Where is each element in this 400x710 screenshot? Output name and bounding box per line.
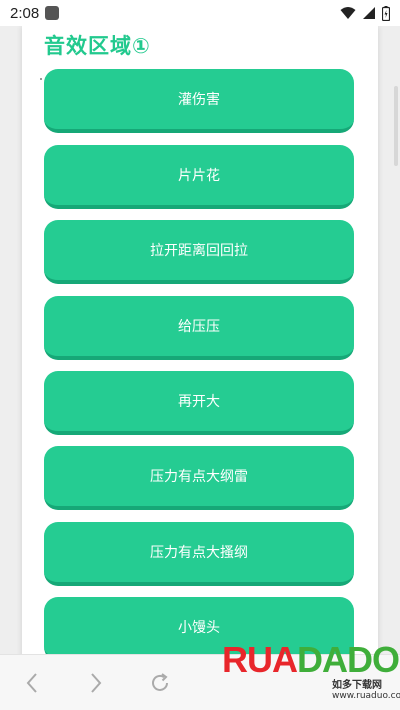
status-bar: 2:08 xyxy=(0,0,400,26)
sound-button-6[interactable]: 压力有点大纲雷 xyxy=(44,446,354,510)
sound-panel: 音效区域① 灌伤害 片片花 拉开距离回回拉 给压压 再开大 压力有点大纲雷 压力… xyxy=(22,26,378,654)
cell-signal-icon xyxy=(363,7,375,19)
reload-icon xyxy=(152,672,168,691)
status-icons xyxy=(340,5,390,21)
back-button[interactable] xyxy=(0,655,64,710)
sound-button-1[interactable]: 灌伤害 xyxy=(44,69,354,133)
wifi-icon xyxy=(340,7,356,19)
sound-button-4[interactable]: 给压压 xyxy=(44,296,354,360)
scrollbar[interactable] xyxy=(394,86,398,166)
section-title: 音效区域① xyxy=(44,34,151,58)
status-time: 2:08 xyxy=(10,4,40,22)
reload-button[interactable] xyxy=(128,655,192,710)
sound-button-3[interactable]: 拉开距离回回拉 xyxy=(44,220,354,284)
notification-app-icon xyxy=(45,6,60,20)
sound-button-2[interactable]: 片片花 xyxy=(44,145,354,209)
watermark-logo-text: RUADADO xyxy=(222,639,400,680)
watermark-url-text: www.ruaduo.com xyxy=(332,691,400,701)
sound-button-7[interactable]: 压力有点大搔纲 xyxy=(44,522,354,586)
watermark-logo-part2: DADO xyxy=(297,639,400,680)
content-area[interactable]: 音效区域① 灌伤害 片片花 拉开距离回回拉 给压压 再开大 压力有点大纲雷 压力… xyxy=(0,26,400,654)
forward-button[interactable] xyxy=(64,655,128,710)
back-icon xyxy=(26,672,37,693)
divider-dot xyxy=(40,78,42,80)
watermark-logo: RUADADO 如多下载网 www.ruaduo.com xyxy=(222,639,400,702)
forward-icon xyxy=(91,672,102,693)
battery-icon xyxy=(382,5,390,21)
watermark-logo-part1: RUA xyxy=(222,639,298,680)
sound-button-5[interactable]: 再开大 xyxy=(44,371,354,435)
